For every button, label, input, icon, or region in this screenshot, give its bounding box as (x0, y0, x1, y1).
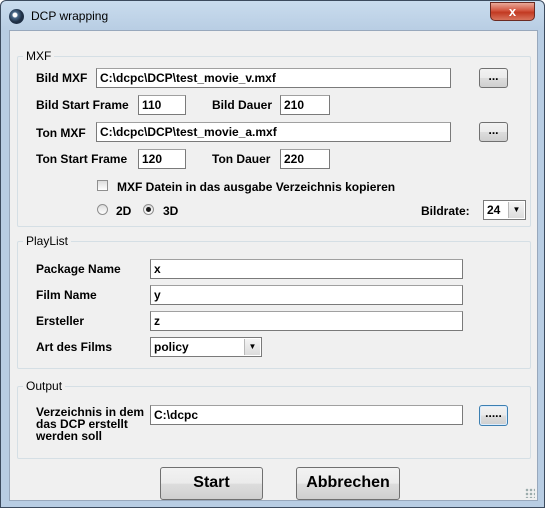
radio-3d-label: 3D (163, 204, 179, 218)
ton-start-frame-input[interactable]: 120 (138, 149, 186, 169)
radio-2d[interactable] (97, 204, 108, 215)
title-bar[interactable]: DCP wrapping x (1, 1, 544, 31)
bild-dauer-label: Bild Dauer (212, 98, 273, 112)
ersteller-label: Ersteller (36, 314, 85, 328)
copy-mxf-checkbox[interactable] (97, 180, 108, 191)
bildrate-select[interactable]: 24 ▼ (483, 200, 526, 220)
ersteller-input[interactable]: z (150, 311, 463, 331)
chevron-down-icon: ▼ (244, 339, 260, 355)
output-dir-input[interactable]: C:\dcpc (150, 405, 463, 425)
film-name-input[interactable]: y (150, 285, 463, 305)
radio-2d-label: 2D (116, 204, 132, 218)
art-des-films-value: policy (154, 340, 189, 354)
ton-mxf-label: Ton MXF (36, 126, 86, 140)
dialog-body: MXF Bild MXF C:\dcpc\DCP\test_movie_v.mx… (9, 30, 538, 501)
output-group-label: Output (23, 379, 66, 393)
bild-start-frame-label: Bild Start Frame (36, 98, 129, 112)
film-name-label: Film Name (36, 288, 97, 302)
start-button[interactable]: Start (160, 467, 263, 500)
cancel-button[interactable]: Abbrechen (296, 467, 400, 500)
output-browse-button[interactable]: ..... (479, 405, 508, 426)
bildrate-label: Bildrate: (421, 204, 470, 218)
chevron-down-icon: ▼ (508, 202, 524, 218)
dcp-wrapping-window: DCP wrapping x MXF Bild MXF C:\dcpc\DCP\… (0, 0, 545, 508)
radio-3d[interactable] (143, 204, 154, 215)
app-icon (9, 9, 24, 24)
output-dir-label: Verzeichnis in dem das DCP erstellt werd… (36, 405, 145, 443)
bild-mxf-browse-button[interactable]: ... (479, 68, 508, 88)
ton-dauer-input[interactable]: 220 (280, 149, 330, 169)
art-des-films-label: Art des Films (36, 340, 113, 354)
package-name-label: Package Name (36, 262, 121, 276)
bild-mxf-label: Bild MXF (36, 71, 88, 85)
ton-start-frame-label: Ton Start Frame (36, 152, 128, 166)
ton-dauer-label: Ton Dauer (212, 152, 271, 166)
close-button[interactable]: x (490, 2, 535, 21)
playlist-group-label: PlayList (23, 234, 72, 248)
bild-start-frame-input[interactable]: 110 (138, 95, 186, 115)
bild-mxf-input[interactable]: C:\dcpc\DCP\test_movie_v.mxf (96, 68, 451, 88)
bildrate-value: 24 (487, 203, 501, 217)
package-name-input[interactable]: x (150, 259, 463, 279)
resize-grip-icon[interactable] (525, 488, 535, 498)
window-title: DCP wrapping (31, 9, 109, 23)
ton-mxf-browse-button[interactable]: ... (479, 122, 508, 142)
copy-mxf-checkbox-label: MXF Datein in das ausgabe Verzeichnis ko… (117, 180, 396, 194)
bild-dauer-input[interactable]: 210 (280, 95, 330, 115)
mxf-group-label: MXF (23, 49, 55, 63)
ton-mxf-input[interactable]: C:\dcpc\DCP\test_movie_a.mxf (96, 122, 451, 142)
art-des-films-select[interactable]: policy ▼ (150, 337, 262, 357)
